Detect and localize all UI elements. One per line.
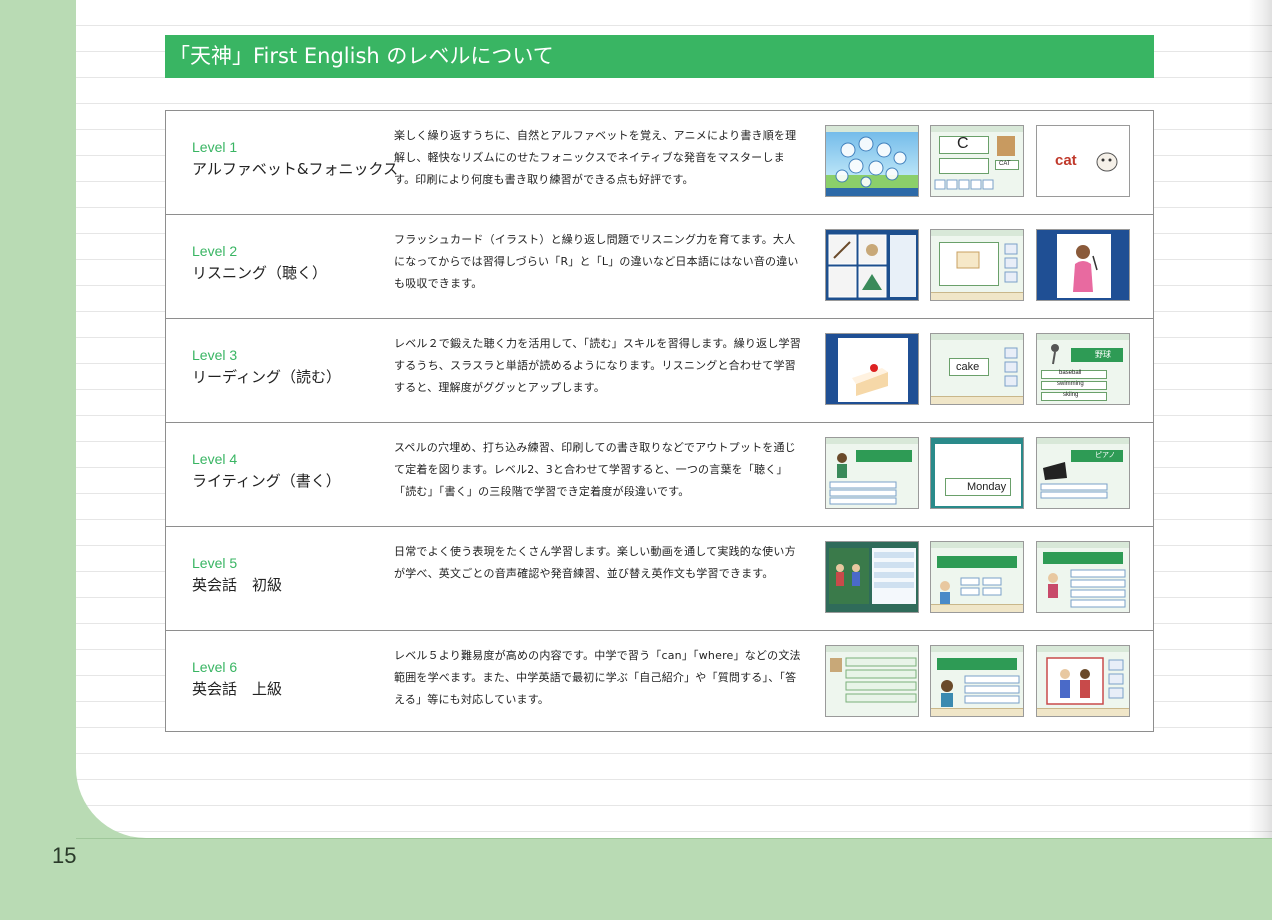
level-screenshots (825, 645, 1135, 719)
section-title: 「天神」First English のレベルについて (165, 35, 1154, 78)
option-skiing: skiing (1063, 392, 1079, 398)
singer-flashcard-screenshot (1036, 229, 1130, 301)
level-number: Level 4 (192, 451, 238, 467)
level-row-3: Level 3 リーディング（読む） レベル２で鍛えた聴く力を活用して、「読む」… (166, 319, 1153, 423)
piano-keyboard-screenshot: ピアノ (1036, 437, 1130, 509)
level-row-2: Level 2 リスニング（聴く） フラッシュカード（イラスト）と繰り返し問題で… (166, 215, 1153, 319)
letter-tracing-screenshot: C CAT (930, 125, 1024, 197)
cat-word-screenshot: cat (1036, 125, 1130, 197)
level-name: 英会話 上級 (192, 680, 283, 698)
level-description: フラッシュカード（イラスト）と繰り返し問題でリスニング力を育てます。大人になって… (394, 233, 799, 290)
level-number: Level 3 (192, 347, 238, 363)
word-monday: Monday (967, 481, 1007, 493)
level-table: Level 1 アルファベット&フォニックス 楽しく繰り返すうちに、自然とアルフ… (165, 110, 1154, 732)
level-screenshots: Monday ピアノ (825, 437, 1135, 511)
conversation-video-screenshot (825, 541, 919, 613)
level-label: Level 3 リーディング（読む） (192, 347, 341, 387)
cake-flashcard-screenshot (825, 333, 919, 405)
level-label: Level 6 英会話 上級 (192, 659, 282, 699)
level-label: Level 4 ライティング（書く） (192, 451, 341, 491)
level-description: レベル５より難易度が高めの内容です。中学で習う「can」「where」などの文法… (394, 649, 801, 706)
level-label: Level 1 アルファベット&フォニックス (192, 139, 398, 179)
word-choice-screenshot: 野球 baseball swimming skiing (1036, 333, 1130, 405)
option-baseball: baseball (1059, 370, 1082, 376)
level-screenshots: cake 野球 baseball swimming skiing (825, 333, 1135, 407)
level-number: Level 5 (192, 555, 238, 571)
level-name: リスニング（聴く） (192, 264, 328, 282)
level-row-4: Level 4 ライティング（書く） スペルの穴埋め、打ち込み練習、印刷しての書… (166, 423, 1153, 527)
level-number: Level 6 (192, 659, 238, 675)
page-binding-shadow (1248, 0, 1272, 838)
level-number: Level 1 (192, 139, 238, 155)
level-row-6: Level 6 英会話 上級 レベル５より難易度が高めの内容です。中学で習う「c… (166, 631, 1153, 735)
level-screenshots (825, 229, 1135, 303)
spelling-keyboard-screenshot (825, 437, 919, 509)
level-screenshots (825, 541, 1135, 615)
sentence-choice-screenshot (1036, 541, 1130, 613)
level-number: Level 2 (192, 243, 238, 259)
option-swimming: swimming (1057, 381, 1084, 387)
level-name: ライティング（書く） (192, 472, 341, 490)
page-edge-line (76, 838, 1272, 839)
level-description: レベル２で鍛えた聴く力を活用して、「読む」スキルを習得します。繰り返し学習するう… (394, 337, 801, 394)
level-description: スペルの穴埋め、打ち込み練習、印刷しての書き取りなどでアウトプットを通じて定着を… (394, 441, 796, 498)
alphabet-bubbles-screenshot (825, 125, 919, 197)
level-screenshots: C CAT cat (825, 125, 1135, 199)
page-number: 15 (52, 843, 77, 868)
writing-print-screenshot: Monday (930, 437, 1024, 509)
level-name: アルファベット&フォニックス (192, 160, 399, 178)
level-description: 日常でよく使う表現をたくさん学習します。楽しい動画を通して実践的な使い方が学べ、… (394, 545, 796, 580)
listening-question-screenshot (930, 229, 1024, 301)
dialogue-scene-screenshot (1036, 645, 1130, 717)
flashcard-grid-screenshot (825, 229, 919, 301)
level-row-5: Level 5 英会話 初級 日常でよく使う表現をたくさん学習します。楽しい動画… (166, 527, 1153, 631)
level-row-1: Level 1 アルファベット&フォニックス 楽しく繰り返すうちに、自然とアルフ… (166, 111, 1153, 215)
level-label: Level 5 英会話 初級 (192, 555, 282, 595)
level-label: Level 2 リスニング（聴く） (192, 243, 327, 283)
level-description: 楽しく繰り返すうちに、自然とアルファベットを覚え、アニメにより書き順を理解し、軽… (394, 129, 797, 186)
question-answer-screenshot (930, 645, 1024, 717)
sentence-ordering-screenshot (930, 541, 1024, 613)
level-name: リーディング（読む） (192, 368, 341, 386)
self-introduction-screenshot (825, 645, 919, 717)
cake-word-screenshot: cake (930, 333, 1024, 405)
level-name: 英会話 初級 (192, 576, 283, 594)
